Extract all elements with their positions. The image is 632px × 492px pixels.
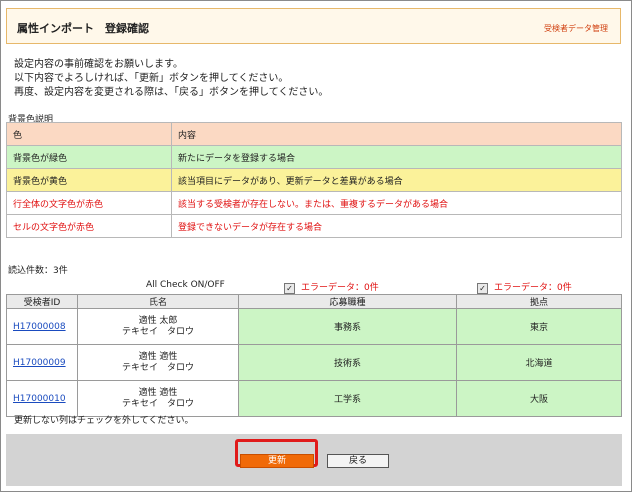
- legend-color-cell: 背景色が緑色: [6, 145, 172, 169]
- col-header-id: 受検者ID: [6, 294, 78, 309]
- legend-row-yellow: 背景色が黄色 該当項目にデータがあり、更新データと差異がある場合: [6, 168, 622, 192]
- intro-line: 再度、設定内容を変更される際は、「戻る」ボタンを押してください。: [14, 87, 329, 98]
- id-cell: H17000009: [6, 344, 78, 381]
- read-count: 読込件数：3件: [8, 266, 68, 276]
- job-cell: 技術系: [238, 344, 457, 381]
- examinee-id-link[interactable]: H17000008: [13, 322, 66, 332]
- button-bar: 更新 戻る: [6, 434, 622, 486]
- legend-color-cell: 背景色が黄色: [6, 168, 172, 192]
- legend-content-cell: 新たにデータを登録する場合: [171, 145, 622, 169]
- table-header-row: 受検者ID 氏名 応募職種 拠点: [6, 294, 622, 309]
- table-row: H17000009 適性 適性 テキセイ タロウ 技術系 北海道: [6, 344, 622, 381]
- name-kana: テキセイ タロウ: [121, 326, 194, 337]
- base-cell: 東京: [456, 308, 622, 345]
- job-column-checkbox[interactable]: ✓: [284, 283, 295, 294]
- name-cell: 適性 太郎 テキセイ タロウ: [77, 308, 239, 345]
- legend-header-row: 色 内容: [6, 122, 622, 146]
- legend-content-cell: 該当する受検者が存在しない。または、重複するデータがある場合: [171, 191, 622, 215]
- update-button[interactable]: 更新: [240, 454, 314, 468]
- id-cell: H17000010: [6, 380, 78, 417]
- table-row: H17000010 適性 適性 テキセイ タロウ 工学系 大阪: [6, 380, 622, 417]
- main-window: 属性インポート 登録確認 受検者データ管理 設定内容の事前確認をお願いします。 …: [0, 0, 632, 492]
- intro-text: 設定内容の事前確認をお願いします。 以下内容でよろしければ、「更新」ボタンを押し…: [14, 58, 328, 100]
- legend-content-cell: 該当項目にデータがあり、更新データと差異がある場合: [171, 168, 622, 192]
- uncheck-note: 更新しない列はチェックを外してください。: [14, 416, 194, 426]
- name-cell: 適性 適性 テキセイ タロウ: [77, 380, 239, 417]
- col-header-job: 応募職種: [238, 294, 457, 309]
- examinee-id-link[interactable]: H17000009: [13, 358, 66, 368]
- legend-header-content: 内容: [171, 122, 622, 146]
- legend-color-cell: 行全体の文字色が赤色: [6, 191, 172, 215]
- intro-line: 以下内容でよろしければ、「更新」ボタンを押してください。: [14, 73, 289, 84]
- legend-header-color: 色: [6, 122, 172, 146]
- page-title: 属性インポート 登録確認: [17, 22, 149, 35]
- error-count-1: エラーデータ：0件: [301, 283, 379, 293]
- examinee-id-link[interactable]: H17000010: [13, 394, 66, 404]
- id-cell: H17000008: [6, 308, 78, 345]
- name-kana: テキセイ タロウ: [121, 398, 194, 409]
- name-cell: 適性 適性 テキセイ タロウ: [77, 344, 239, 381]
- name-kanji: 適性 適性: [138, 351, 178, 362]
- import-data-table: 受検者ID 氏名 応募職種 拠点 H17000008 適性 太郎 テキセイ タロウ…: [6, 294, 622, 417]
- job-cell: 事務系: [238, 308, 457, 345]
- base-cell: 北海道: [456, 344, 622, 381]
- name-kanji: 適性 適性: [138, 387, 178, 398]
- legend-content-cell: 登録できないデータが存在する場合: [171, 214, 622, 238]
- legend-row-red-cell: セルの文字色が赤色 登録できないデータが存在する場合: [6, 214, 622, 238]
- base-column-checkbox[interactable]: ✓: [477, 283, 488, 294]
- intro-line: 設定内容の事前確認をお願いします。: [14, 59, 183, 70]
- legend-row-green: 背景色が緑色 新たにデータを登録する場合: [6, 145, 622, 169]
- page-header: 属性インポート 登録確認 受検者データ管理: [6, 8, 621, 44]
- error-check-1: ✓ エラーデータ：0件: [284, 280, 379, 294]
- color-legend-table: 色 内容 背景色が緑色 新たにデータを登録する場合 背景色が黄色 該当項目にデー…: [6, 122, 622, 238]
- legend-row-red-row: 行全体の文字色が赤色 該当する受検者が存在しない。または、重複するデータがある場…: [6, 191, 622, 215]
- name-kanji: 適性 太郎: [138, 315, 178, 326]
- col-header-name: 氏名: [77, 294, 239, 309]
- name-kana: テキセイ タロウ: [121, 362, 194, 373]
- examinee-data-management-link[interactable]: 受検者データ管理: [544, 23, 608, 34]
- table-row: H17000008 適性 太郎 テキセイ タロウ 事務系 東京: [6, 308, 622, 345]
- col-header-base: 拠点: [456, 294, 622, 309]
- error-check-2: ✓ エラーデータ：0件: [477, 280, 572, 294]
- back-button[interactable]: 戻る: [327, 454, 389, 468]
- base-cell: 大阪: [456, 380, 622, 417]
- legend-color-cell: セルの文字色が赤色: [6, 214, 172, 238]
- error-count-2: エラーデータ：0件: [494, 283, 572, 293]
- all-check-label[interactable]: All Check ON/OFF: [146, 280, 225, 290]
- job-cell: 工学系: [238, 380, 457, 417]
